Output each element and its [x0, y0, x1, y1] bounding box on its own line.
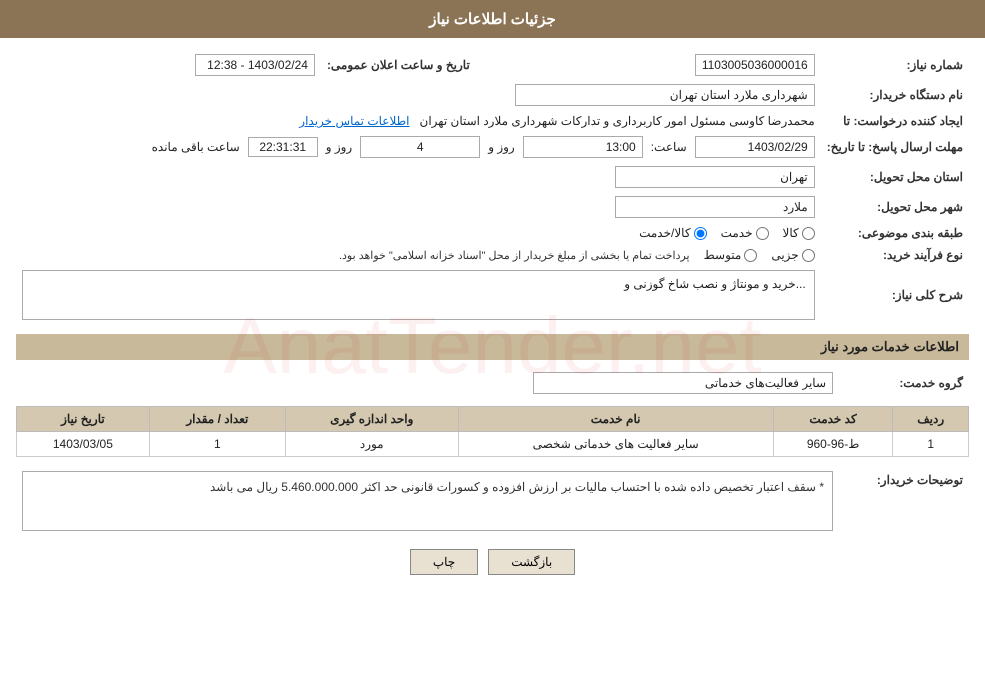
desc-row: شرح کلی نیاز: ...خرید و مونتاژ و نصب شاخ…: [16, 266, 969, 324]
contact-link[interactable]: اطلاعات تماس خریدار: [299, 114, 409, 128]
purchase-type-row: نوع فرآیند خرید: جزیی متوسط پرداخت تمام …: [16, 244, 969, 266]
purchase-radio-group: جزیی متوسط پرداخت تمام یا بخشی از مبلغ خ…: [22, 248, 815, 262]
col-header-qty: تعداد / مقدار: [149, 407, 285, 432]
city-row: شهر محل تحویل: ملارد: [16, 192, 969, 222]
buyer-value: شهرداری ملارد استان تهران: [515, 84, 815, 106]
buyer-notes-table: توضیحات خریدار: * سقف اعتبار تخصیص داده …: [16, 467, 969, 535]
row-qty: 1: [149, 432, 285, 457]
row-unit: مورد: [285, 432, 458, 457]
col-header-unit: واحد اندازه گیری: [285, 407, 458, 432]
col-header-name: نام خدمت: [458, 407, 773, 432]
category-kala-label: کالا: [783, 226, 799, 240]
announce-row: شماره نیاز: 1103005036000016 تاریخ و ساع…: [16, 50, 969, 80]
print-button[interactable]: چاپ: [410, 549, 478, 575]
buyer-notes-value: * سقف اعتبار تخصیص داده شده با احتساب ما…: [22, 471, 833, 531]
col-header-date: تاریخ نیاز: [17, 407, 150, 432]
services-table-body: 1 ط-96-960 سایر فعالیت های خدماتی شخصی م…: [17, 432, 969, 457]
deadline-time-label: ساعت:: [651, 140, 687, 154]
row-name: سایر فعالیت های خدماتی شخصی: [458, 432, 773, 457]
services-group-row: گروه خدمت: سایر فعالیت‌های خدماتی: [16, 368, 969, 398]
page-title: جزئیات اطلاعات نیاز: [0, 0, 985, 38]
buyer-label: نام دستگاه خریدار:: [821, 80, 969, 110]
category-option-khedmat[interactable]: خدمت: [721, 226, 769, 240]
desc-label: شرح کلی نیاز:: [821, 266, 969, 324]
deadline-label: مهلت ارسال پاسخ: تا تاریخ:: [821, 132, 969, 162]
deadline-row: مهلت ارسال پاسخ: تا تاریخ: 1403/02/29 سا…: [16, 132, 969, 162]
deadline-remaining: 22:31:31: [248, 137, 318, 157]
creator-label: ایجاد کننده درخواست: تا: [821, 110, 969, 132]
purchase-option-mottavaset[interactable]: متوسط: [704, 248, 758, 262]
buyer-row: نام دستگاه خریدار: شهرداری ملارد استان ت…: [16, 80, 969, 110]
purchase-jozi-label: جزیی: [771, 248, 798, 262]
services-group-table: گروه خدمت: سایر فعالیت‌های خدماتی: [16, 368, 969, 398]
province-value: تهران: [615, 166, 815, 188]
category-radio-kala[interactable]: [802, 227, 815, 240]
services-section-title: اطلاعات خدمات مورد نیاز: [16, 334, 969, 360]
deadline-date: 1403/02/29: [695, 136, 815, 158]
button-row: بازگشت چاپ: [16, 549, 969, 575]
purchase-note: پرداخت تمام یا بخشی از مبلغ خریدار از مح…: [339, 249, 690, 262]
category-label: طبقه بندی موضوعی:: [821, 222, 969, 244]
row-code: ط-96-960: [773, 432, 893, 457]
category-radio-group: کالا خدمت کالا/خدمت: [22, 226, 815, 240]
purchase-radio-jozi[interactable]: [802, 249, 815, 262]
table-row: 1 ط-96-960 سایر فعالیت های خدماتی شخصی م…: [17, 432, 969, 457]
row-date: 1403/03/05: [17, 432, 150, 457]
buyer-notes-label: توضیحات خریدار:: [839, 467, 969, 535]
category-khedmat-label: خدمت: [721, 226, 753, 240]
category-radio-kala-khedmat[interactable]: [694, 227, 707, 240]
announce-label: تاریخ و ساعت اعلان عمومی:: [321, 50, 476, 80]
purchase-type-label: نوع فرآیند خرید:: [821, 244, 969, 266]
purchase-option-jozi[interactable]: جزیی: [771, 248, 814, 262]
purchase-radio-mottavaset[interactable]: [744, 249, 757, 262]
creator-value: محمدرضا کاوسی مسئول امور کاربرداری و تدا…: [420, 114, 815, 128]
services-group-label: گروه خدمت:: [839, 368, 969, 398]
city-label: شهر محل تحویل:: [821, 192, 969, 222]
city-value: ملارد: [615, 196, 815, 218]
deadline-remaining-label: ساعت باقی مانده: [152, 140, 240, 154]
col-header-row: ردیف: [893, 407, 969, 432]
deadline-days-label: روز و: [488, 140, 515, 154]
deadline-days-text: روز و: [326, 140, 353, 154]
category-radio-khedmat[interactable]: [756, 227, 769, 240]
category-option-kala[interactable]: کالا: [783, 226, 815, 240]
category-option-kala-khedmat[interactable]: کالا/خدمت: [639, 226, 706, 240]
creator-row: ایجاد کننده درخواست: تا محمدرضا کاوسی مس…: [16, 110, 969, 132]
main-content: شماره نیاز: 1103005036000016 تاریخ و ساع…: [0, 38, 985, 595]
services-table: ردیف کد خدمت نام خدمت واحد اندازه گیری ت…: [16, 406, 969, 457]
need-number-value: 1103005036000016: [695, 54, 815, 76]
province-label: استان محل تحویل:: [821, 162, 969, 192]
info-table: شماره نیاز: 1103005036000016 تاریخ و ساع…: [16, 50, 969, 324]
province-row: استان محل تحویل: تهران: [16, 162, 969, 192]
deadline-time: 13:00: [523, 136, 643, 158]
services-group-value: سایر فعالیت‌های خدماتی: [533, 372, 833, 394]
col-header-code: کد خدمت: [773, 407, 893, 432]
deadline-days: 4: [360, 136, 480, 158]
purchase-mottavaset-label: متوسط: [704, 248, 742, 262]
need-number-label: شماره نیاز:: [821, 50, 969, 80]
row-number: 1: [893, 432, 969, 457]
buyer-notes-row: توضیحات خریدار: * سقف اعتبار تخصیص داده …: [16, 467, 969, 535]
services-table-header: ردیف کد خدمت نام خدمت واحد اندازه گیری ت…: [17, 407, 969, 432]
announce-value: 1403/02/24 - 12:38: [195, 54, 315, 76]
page-wrapper: جزئیات اطلاعات نیاز شماره نیاز: 11030050…: [0, 0, 985, 691]
category-row: طبقه بندی موضوعی: کالا خدمت: [16, 222, 969, 244]
desc-value: ...خرید و مونتاژ و نصب شاخ گوزنی و: [22, 270, 815, 320]
back-button[interactable]: بازگشت: [488, 549, 575, 575]
category-kala-khedmat-label: کالا/خدمت: [639, 226, 690, 240]
